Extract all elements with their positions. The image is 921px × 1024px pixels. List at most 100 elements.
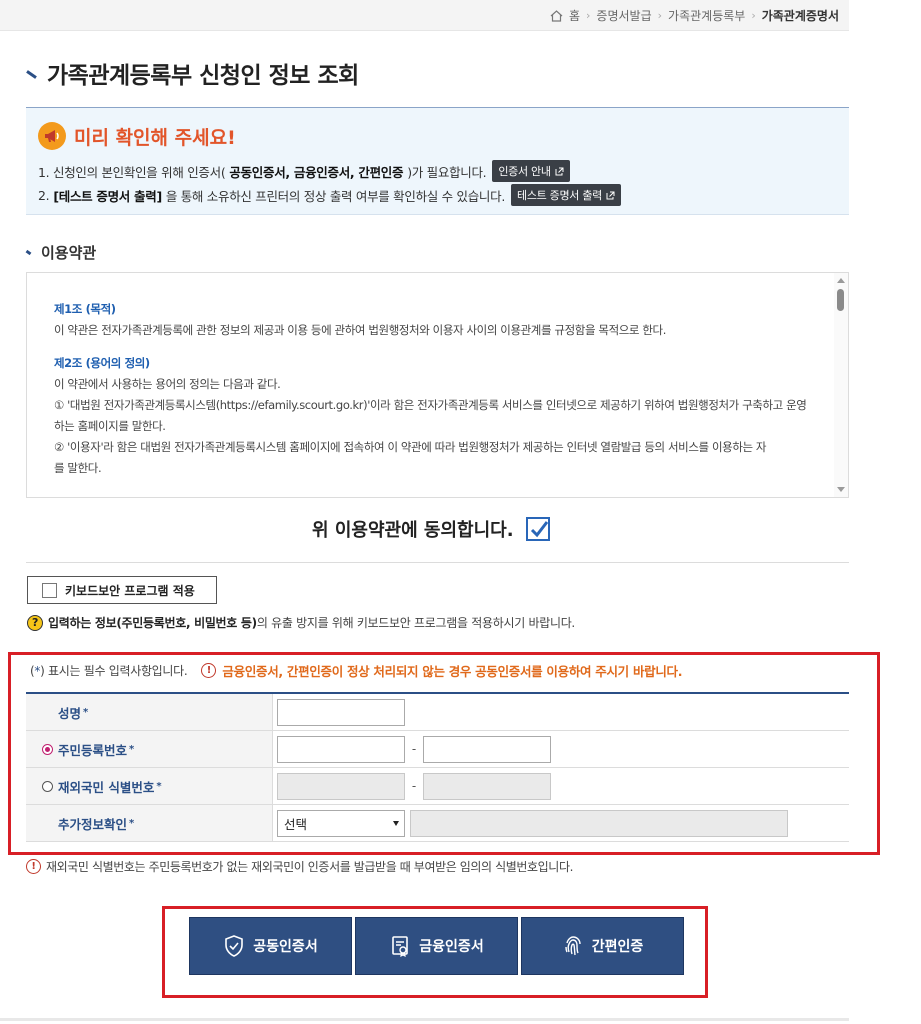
foreign-id-dash: - — [411, 779, 417, 793]
notice-title: 미리 확인해 주세요! — [74, 126, 236, 149]
rrn-label-text: 주민등록번호 — [58, 742, 128, 758]
section-mark-icon — [25, 249, 32, 256]
extra-info-select-value: 선택 — [284, 816, 308, 832]
external-link-icon — [606, 191, 615, 199]
bottom-divider — [0, 1018, 849, 1021]
required-star: * — [156, 780, 162, 792]
notice-line-2-prefix: 2. — [38, 187, 50, 203]
breadcrumb-home[interactable]: 홈 — [569, 7, 580, 24]
notice-line-1: 1. 신청인의 본인확인을 위해 인증서(공동인증서, 금융인증서, 간편인증)… — [38, 160, 570, 182]
required-notice: (*) 표시는 필수 입력사항입니다. ! 금융인증서, 간편인증이 정상 처리… — [30, 661, 682, 680]
rrn-back-input[interactable] — [423, 735, 551, 763]
extra-info-input[interactable] — [410, 809, 788, 837]
notice-line-2-bold: [테스트 증명서 출력] — [53, 188, 162, 204]
test-print-button[interactable]: 테스트 증명서 출력 — [511, 184, 621, 206]
notice-line-2: 2. [테스트 증명서 출력] 을 통해 소유하신 프린터의 정상 출력 여부를 확… — [38, 184, 621, 206]
page-title: 가족관계등록부 신청인 정보 조회 — [26, 56, 359, 90]
keyboard-note-rest: 의 유출 방지를 위해 키보드보안 프로그램을 적용하시기 바랍니다. — [256, 616, 575, 630]
notice-header: 미리 확인해 주세요! — [38, 122, 236, 150]
rrn-cell: - — [273, 731, 849, 767]
foreign-id-cell: - — [273, 768, 849, 804]
form-row-extra-info: 추가정보확인 * 선택 — [26, 805, 849, 842]
simple-auth-button[interactable]: 간편인증 — [521, 917, 684, 975]
joint-certificate-label: 공동인증서 — [253, 939, 318, 955]
required-star: * — [129, 817, 135, 829]
shield-check-icon — [225, 935, 244, 957]
terms-content: 제1조 (목적) 이 약관은 전자가족관계등록에 관한 정보의 제공과 이용 등… — [54, 299, 829, 479]
notice-line-1-bold: 공동인증서, 금융인증서, 간편인증 — [229, 164, 404, 180]
title-mark-icon — [26, 69, 37, 79]
breadcrumb-item-register[interactable]: 가족관계등록부 — [668, 7, 745, 24]
article-2-item-1a: ① '대법원 전자가족관계등록시스템(https://efamily.scour… — [54, 398, 807, 412]
name-cell — [273, 694, 849, 730]
article-1-text: 이 약관은 전자가족관계등록에 관한 정보의 제공과 이용 등에 관하여 법원행… — [54, 323, 666, 337]
keyboard-security-label: 키보드보안 프로그램 적용 — [65, 583, 195, 598]
page-title-text: 가족관계등록부 신청인 정보 조회 — [47, 63, 359, 89]
external-link-icon — [555, 167, 564, 175]
test-print-label: 테스트 증명서 출력 — [517, 189, 602, 202]
top-bar: 홈 › 증명서발급 › 가족관계등록부 › 가족관계증명서 — [0, 0, 849, 31]
terms-agree[interactable]: 위 이용약관에 동의합니다. — [312, 516, 550, 542]
rrn-front-input[interactable] — [277, 735, 405, 763]
keyboard-security-button[interactable]: 키보드보안 프로그램 적용 — [27, 576, 217, 604]
certificate-guide-button[interactable]: 인증서 안내 — [492, 160, 570, 182]
warning-icon: ! — [26, 859, 41, 874]
keyboard-security-checkbox[interactable] — [42, 582, 57, 598]
checkmark-icon — [530, 521, 548, 538]
breadcrumb-item-certificate[interactable]: 증명서발급 — [596, 7, 651, 24]
extra-info-select[interactable]: 선택 — [277, 809, 405, 837]
foreign-id-back-input[interactable] — [423, 772, 551, 800]
foreign-id-front-input[interactable] — [277, 772, 405, 800]
article-1-title: 제1조 (목적) — [54, 302, 116, 316]
article-2-text: 이 약관에서 사용하는 용어의 정의는 다음과 같다. — [54, 377, 281, 391]
rrn-label[interactable]: 주민등록번호 * — [26, 731, 273, 767]
foreign-id-label[interactable]: 재외국민 식별번호 * — [26, 768, 273, 804]
financial-certificate-button[interactable]: 금융인증서 — [355, 917, 518, 975]
warning-icon: ! — [201, 663, 217, 678]
foreign-id-note: ! 재외국민 식별번호는 주민등록번호가 없는 재외국민이 인증서를 발급받을 … — [26, 858, 573, 875]
auth-warning-text: 금융인증서, 간편인증이 정상 처리되지 않는 경우 공동인증서를 이용하여 주… — [222, 664, 683, 679]
article-2-title: 제2조 (용어의 정의) — [54, 356, 150, 370]
simple-auth-label: 간편인증 — [591, 939, 644, 955]
keyboard-note-bold: 입력하는 정보(주민등록번호, 비밀번호 등) — [48, 616, 257, 630]
terms-section-title-text: 이용약관 — [41, 244, 97, 262]
foreign-id-radio[interactable] — [42, 780, 53, 792]
certificate-guide-label: 인증서 안내 — [498, 165, 551, 178]
breadcrumb: 홈 › 증명서발급 › 가족관계등록부 › 가족관계증명서 — [550, 7, 839, 24]
notice-line-2-suffix: 을 통해 소유하신 프린터의 정상 출력 여부를 확인하실 수 있습니다. — [165, 188, 505, 204]
notice-line-1-suffix: )가 필요합니다. — [407, 164, 487, 180]
chevron-right-icon: › — [586, 9, 591, 22]
question-icon: ? — [27, 614, 43, 631]
required-star: * — [129, 743, 135, 755]
financial-certificate-label: 금융인증서 — [419, 939, 484, 955]
agree-divider — [26, 562, 849, 563]
notice-box: 미리 확인해 주세요! 1. 신청인의 본인확인을 위해 인증서(공동인증서, … — [26, 108, 849, 215]
form-row-rrn: 주민등록번호 * - — [26, 731, 849, 768]
megaphone-icon — [38, 122, 66, 150]
terms-agree-label: 위 이용약관에 동의합니다. — [312, 520, 514, 541]
joint-certificate-button[interactable]: 공동인증서 — [189, 917, 352, 975]
extra-info-label-text: 추가정보확인 — [58, 816, 128, 832]
name-input[interactable] — [277, 698, 405, 726]
name-label-text: 성명 — [58, 705, 82, 721]
required-star: * — [83, 706, 89, 718]
notice-line-1-prefix: 1. 신청인의 본인확인을 위해 인증서( — [38, 164, 226, 180]
scroll-up-arrow-icon[interactable] — [837, 278, 845, 283]
scroll-down-arrow-icon[interactable] — [837, 487, 845, 492]
rrn-dash: - — [411, 742, 417, 756]
home-icon[interactable] — [550, 9, 563, 22]
scroll-thumb[interactable] — [837, 289, 844, 311]
chevron-right-icon: › — [657, 9, 663, 22]
chevron-down-icon — [393, 820, 399, 826]
chevron-right-icon: › — [751, 9, 756, 22]
terms-scrollbar[interactable] — [834, 273, 848, 497]
keyboard-security-note: ? 입력하는 정보(주민등록번호, 비밀번호 등)의 유출 방지를 위해 키보드… — [27, 614, 575, 631]
terms-scroll-box[interactable]: 제1조 (목적) 이 약관은 전자가족관계등록에 관한 정보의 제공과 이용 등… — [26, 272, 849, 498]
article-2-item-2b: 를 말한다. — [54, 461, 102, 475]
foreign-id-label-text: 재외국민 식별번호 — [58, 779, 155, 795]
terms-agree-checkbox[interactable] — [525, 517, 550, 541]
extra-info-label: 추가정보확인 * — [26, 805, 273, 841]
form-row-foreign-id: 재외국민 식별번호 * - — [26, 768, 849, 805]
rrn-radio[interactable] — [42, 743, 53, 755]
foreign-id-note-text: 재외국민 식별번호는 주민등록번호가 없는 재외국민이 인증서를 발급받을 때 … — [46, 860, 574, 874]
